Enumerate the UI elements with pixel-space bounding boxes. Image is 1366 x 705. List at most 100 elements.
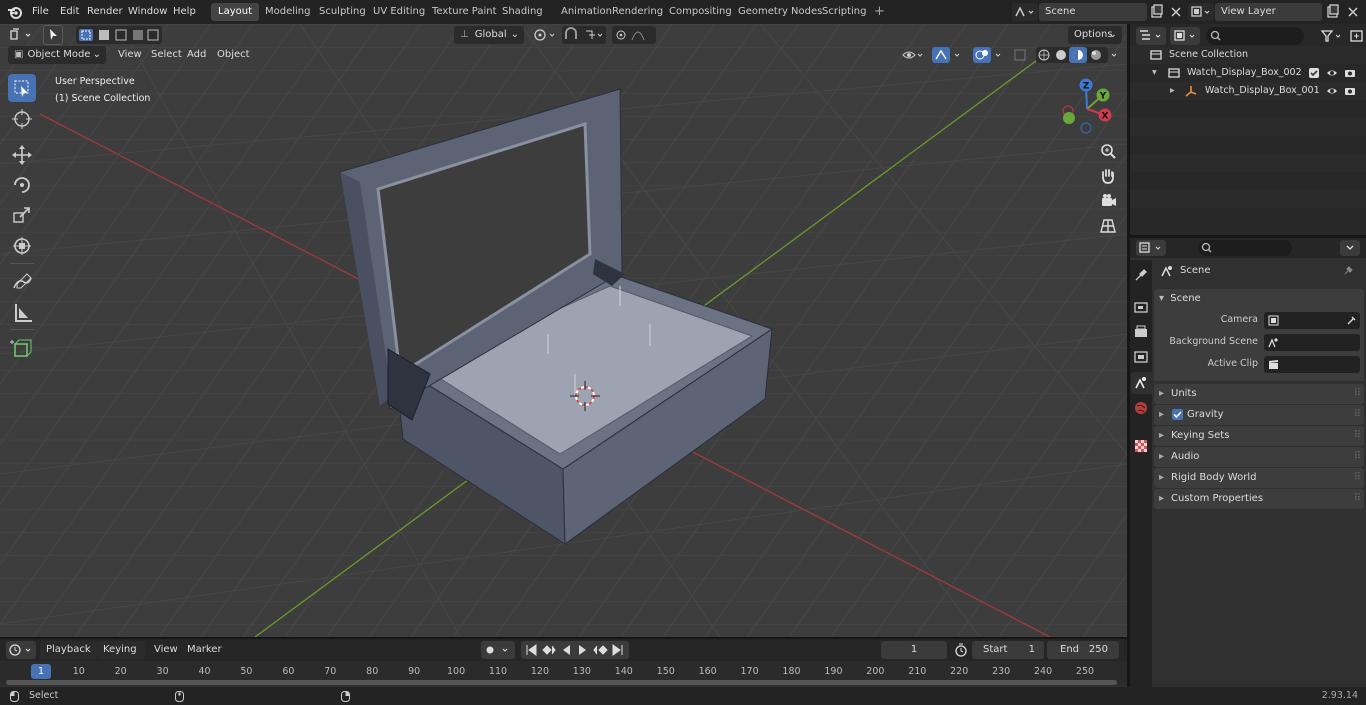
panel-gravity[interactable]: ▸ Gravity ⠿ — [1154, 405, 1364, 425]
current-frame-field[interactable]: 1 — [881, 641, 947, 659]
panel-units[interactable]: ▸ Units ⠿ — [1154, 384, 1364, 404]
timeline-editor-type-icon[interactable] — [6, 641, 36, 659]
tool-settings-tab-icon[interactable] — [1132, 266, 1150, 284]
drag-handle-icon[interactable]: ⠿ — [1354, 447, 1361, 467]
timeline-menu-keying[interactable]: Keying — [97, 641, 145, 659]
tab-uv-editing[interactable]: UV Editing — [366, 3, 432, 21]
tab-rendering[interactable]: Rendering — [605, 3, 670, 21]
timeline-menu-marker[interactable]: Marker — [181, 641, 222, 659]
camera-render-icon[interactable] — [1344, 67, 1356, 79]
playback-controls[interactable] — [521, 641, 629, 659]
viewport-menu-view[interactable]: View — [112, 46, 148, 64]
eye-icon[interactable] — [1326, 85, 1338, 97]
viewport-scene[interactable] — [0, 24, 1127, 637]
outliner-row-scene-collection[interactable]: Scene Collection — [1130, 46, 1366, 64]
tab-compositing[interactable]: Compositing — [662, 3, 739, 21]
tab-sculpting[interactable]: Sculpting — [312, 3, 373, 21]
outliner-editor-type-icon[interactable] — [1136, 27, 1166, 45]
drag-handle-icon[interactable]: ⠿ — [1354, 489, 1361, 509]
add-cube-tool-icon[interactable] — [8, 334, 36, 362]
menu-help[interactable]: Help — [168, 3, 201, 21]
view-layer-field[interactable]: View Layer — [1215, 3, 1322, 21]
transform-orientation-dropdown[interactable]: ⊥ Global ⌄ — [454, 26, 524, 44]
scene-selector-icon[interactable] — [1012, 3, 1038, 21]
menu-render[interactable]: Render — [82, 3, 128, 21]
scene-panel-header[interactable]: ▾ Scene — [1154, 289, 1364, 309]
blender-logo-icon[interactable] — [7, 4, 23, 20]
tab-modeling[interactable]: Modeling — [258, 3, 318, 21]
navigation-gizmo[interactable]: Z Y X — [1055, 77, 1119, 141]
panel-audio[interactable]: ▸ Audio ⠿ — [1154, 447, 1364, 467]
tab-scripting[interactable]: Scripting — [815, 3, 873, 21]
3d-viewport[interactable]: ⊥ Global ⌄ Options ⌄ ▣ Object Mode ⌄ User Per… — [0, 24, 1127, 637]
object-mode-dropdown[interactable]: ▣ Object Mode ⌄ — [8, 46, 106, 64]
outliner-search-input[interactable] — [1206, 27, 1304, 45]
add-workspace-button[interactable]: + — [867, 3, 892, 21]
perspective-toggle-icon[interactable] — [1097, 215, 1119, 237]
editor-type-icon[interactable] — [6, 26, 36, 44]
properties-editor-type-icon[interactable] — [1136, 240, 1166, 256]
render-tab-icon[interactable] — [1132, 298, 1150, 316]
background-scene-field[interactable] — [1264, 334, 1360, 351]
drag-handle-icon[interactable]: ⠿ — [1354, 426, 1361, 446]
tab-texture-paint[interactable]: Texture Paint — [425, 3, 504, 21]
selection-mode-buttons[interactable] — [76, 26, 162, 44]
proportional-editing-icon[interactable] — [612, 26, 656, 44]
pivot-point-icon[interactable] — [530, 26, 560, 44]
drag-handle-icon[interactable]: ⠿ — [1354, 384, 1361, 404]
pin-icon[interactable] — [1342, 265, 1354, 277]
rotate-tool-icon[interactable] — [8, 171, 36, 199]
end-frame-field[interactable]: End 250 — [1047, 641, 1119, 659]
select-tool-toggle-icon[interactable] — [43, 25, 63, 45]
panel-keying-sets[interactable]: ▸ Keying Sets ⠿ — [1154, 426, 1364, 446]
start-frame-field[interactable]: Start 1 — [972, 641, 1044, 659]
scene-name-field[interactable]: Scene — [1039, 3, 1147, 21]
viewport-menu-object[interactable]: Object — [211, 46, 256, 64]
output-tab-icon[interactable] — [1132, 323, 1150, 341]
measure-tool-icon[interactable] — [8, 299, 36, 327]
camera-field[interactable] — [1264, 312, 1360, 329]
timeline-menu-view[interactable]: View — [148, 641, 178, 659]
menu-edit[interactable]: Edit — [55, 3, 84, 21]
view-layer-tab-icon[interactable] — [1132, 348, 1150, 366]
delete-view-layer-icon[interactable] — [1345, 3, 1361, 21]
properties-search-input[interactable] — [1198, 240, 1292, 256]
exclude-checkbox[interactable] — [1309, 68, 1319, 78]
zoom-icon[interactable] — [1097, 140, 1119, 162]
scene-tab-icon[interactable] — [1131, 372, 1152, 394]
new-view-layer-icon[interactable] — [1325, 3, 1341, 21]
gravity-checkbox[interactable] — [1172, 409, 1183, 420]
timeline-scrollbar[interactable] — [6, 680, 1117, 685]
cursor-tool-icon[interactable] — [8, 105, 36, 133]
collapse-arrow-icon[interactable]: ▾ — [1152, 64, 1157, 82]
drag-handle-icon[interactable]: ⠿ — [1354, 468, 1361, 488]
annotate-tool-icon[interactable] — [8, 268, 36, 296]
select-box-tool-icon[interactable] — [8, 74, 36, 102]
auto-keying-icon[interactable] — [481, 641, 515, 659]
timeline-menu-playback[interactable]: Playback — [40, 641, 97, 659]
panel-rigid-body-world[interactable]: ▸ Rigid Body World ⠿ — [1154, 468, 1364, 488]
scale-tool-icon[interactable] — [8, 201, 36, 229]
menu-file[interactable]: File — [27, 3, 54, 21]
drag-handle-icon[interactable]: ⠿ — [1354, 405, 1361, 425]
snapping-icon[interactable] — [562, 26, 606, 44]
menu-window[interactable]: Window — [123, 3, 172, 21]
filter-icon[interactable] — [1318, 27, 1346, 45]
new-scene-icon[interactable] — [1149, 3, 1165, 21]
expand-arrow-icon[interactable]: ▸ — [1170, 82, 1175, 100]
display-mode-icon[interactable] — [1170, 27, 1200, 45]
viewport-menu-add[interactable]: Add — [181, 46, 212, 64]
tab-layout[interactable]: Layout — [211, 3, 259, 21]
view-layer-selector-icon[interactable] — [1188, 3, 1214, 21]
camera-view-icon[interactable] — [1097, 190, 1119, 212]
active-clip-field[interactable] — [1264, 356, 1360, 373]
move-tool-icon[interactable] — [8, 141, 36, 169]
pan-hand-icon[interactable] — [1097, 165, 1119, 187]
options-dropdown[interactable]: Options ⌄ — [1068, 26, 1122, 44]
camera-render-icon[interactable] — [1344, 85, 1356, 97]
outliner-row-collection[interactable]: ▾ Watch_Display_Box_002 — [1130, 64, 1366, 82]
world-tab-icon[interactable] — [1132, 399, 1150, 417]
delete-scene-icon[interactable] — [1168, 3, 1184, 21]
outliner-row-object[interactable]: ▸ Watch_Display_Box_001 — [1130, 82, 1366, 100]
transform-tool-icon[interactable] — [8, 232, 36, 260]
